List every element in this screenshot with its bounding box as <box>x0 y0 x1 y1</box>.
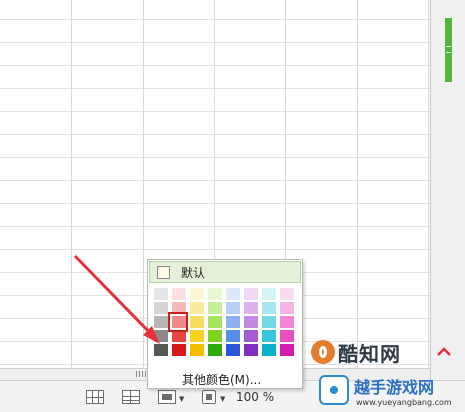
wifi-logo-icon <box>319 375 349 405</box>
site-watermark: 越手游戏网 www.yueyangbang.com <box>319 372 465 412</box>
site-watermark-url: www.yueyangbang.com <box>356 398 452 407</box>
watermark-logo-text: 酷知网 <box>338 342 401 366</box>
logo-mark-icon <box>311 340 335 364</box>
site-watermark-title: 越手游戏网 <box>354 378 435 397</box>
corner-arrow-icon <box>437 347 451 356</box>
